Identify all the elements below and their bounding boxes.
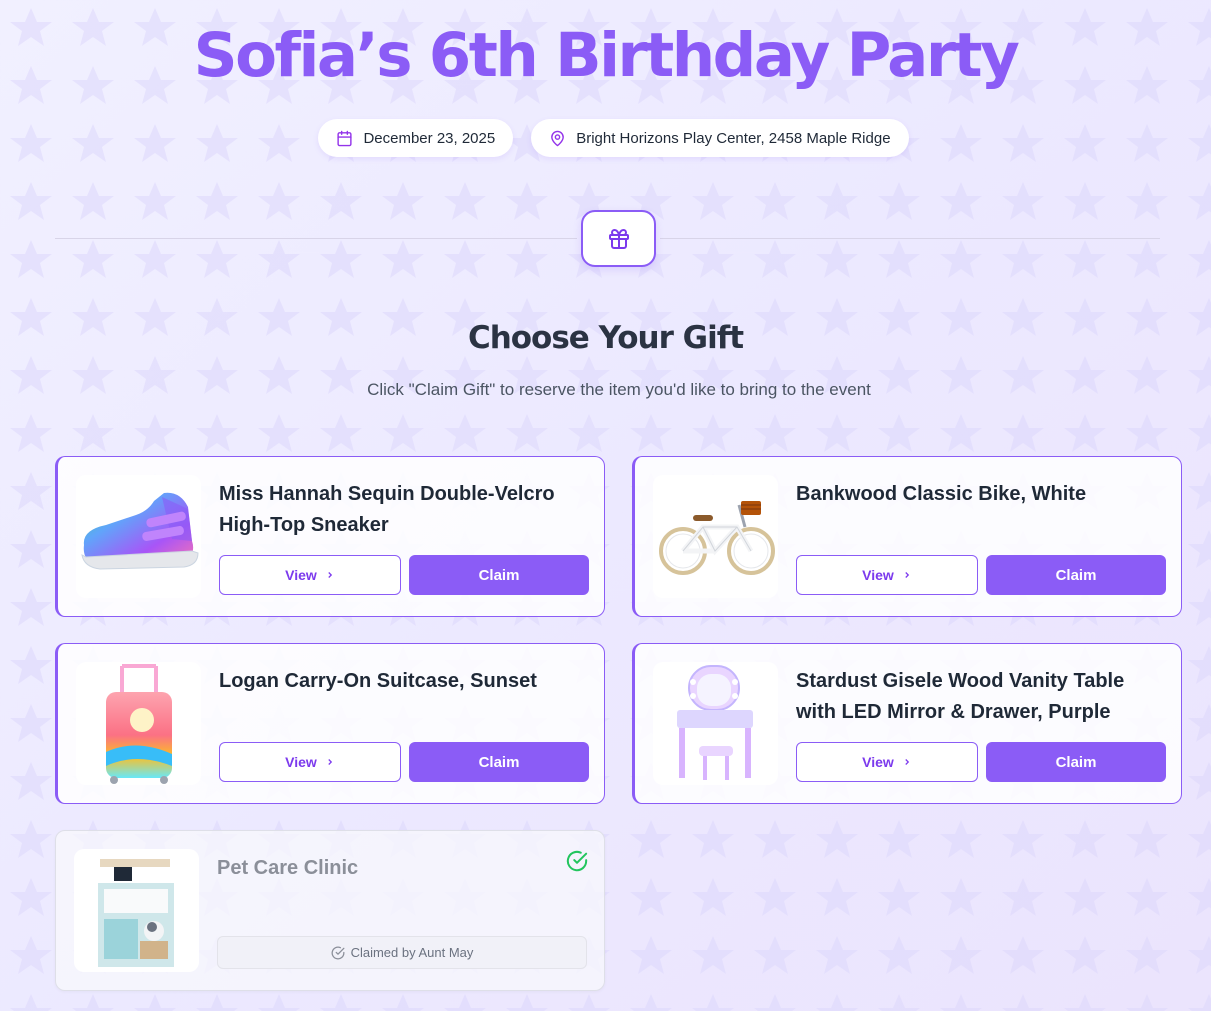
- event-date: December 23, 2025: [363, 129, 496, 147]
- claim-button[interactable]: Claim: [986, 555, 1166, 595]
- claim-button[interactable]: Claim: [986, 742, 1166, 782]
- event-title: Sofia’s 6th Birthday Party: [193, 20, 1020, 91]
- chevron-right-icon: [905, 759, 909, 765]
- divider-right: [660, 238, 1160, 239]
- calendar-icon: [337, 130, 353, 146]
- view-button[interactable]: View: [219, 742, 401, 782]
- gift-card: Stardust Gisele Wood Vanity Table with L…: [632, 643, 1182, 804]
- gift-image-suitcase: [76, 662, 201, 785]
- gift-name: Miss Hannah Sequin Double-Velcro High-To…: [219, 483, 555, 536]
- chevron-right-icon: [905, 572, 909, 578]
- gift-name: Pet Care Clinic: [217, 857, 359, 879]
- view-button-label: View: [862, 567, 894, 583]
- gift-name: Bankwood Classic Bike, White: [796, 483, 1087, 505]
- gift-badge: [581, 210, 656, 267]
- gift-card-claimed: Pet Care Clinic Claimed by Aunt May: [55, 830, 605, 991]
- view-button[interactable]: View: [796, 555, 978, 595]
- gift-card: Bankwood Classic Bike, White View Claim: [632, 456, 1182, 617]
- gift-image-bike: [653, 475, 778, 598]
- event-location: Bright Horizons Play Center, 2458 Maple …: [576, 129, 891, 147]
- chevron-right-icon: [328, 759, 332, 765]
- check-circle-icon: [566, 850, 588, 872]
- gift-image-sneaker: [76, 475, 201, 598]
- gift-card: Miss Hannah Sequin Double-Velcro High-To…: [55, 456, 605, 617]
- claimed-status: Claimed by Aunt May: [217, 936, 587, 969]
- event-location-chip: Bright Horizons Play Center, 2458 Maple …: [531, 119, 909, 157]
- view-button[interactable]: View: [219, 555, 401, 595]
- claim-button[interactable]: Claim: [409, 555, 589, 595]
- view-button[interactable]: View: [796, 742, 978, 782]
- view-button-label: View: [862, 754, 894, 770]
- view-button-label: View: [285, 567, 317, 583]
- gift-image-vanity: [653, 662, 778, 785]
- gift-name: Logan Carry-On Suitcase, Sunset: [219, 670, 537, 692]
- chevron-right-icon: [328, 572, 332, 578]
- check-circle-icon: [331, 946, 345, 959]
- map-pin-icon: [551, 130, 565, 146]
- claim-button[interactable]: Claim: [409, 742, 589, 782]
- gift-name: Stardust Gisele Wood Vanity Table with L…: [796, 670, 1125, 723]
- section-title: Choose Your Gift: [467, 320, 744, 356]
- event-date-chip: December 23, 2025: [318, 119, 514, 157]
- claimed-by-label: Claimed by Aunt May: [350, 945, 474, 960]
- section-subtitle: Click "Claim Gift" to reserve the item y…: [367, 380, 871, 399]
- gift-card: Logan Carry-On Suitcase, Sunset View Cla…: [55, 643, 605, 804]
- gift-icon: [608, 228, 629, 249]
- view-button-label: View: [285, 754, 317, 770]
- gift-image-pet-clinic: [74, 849, 199, 972]
- divider-left: [55, 238, 577, 239]
